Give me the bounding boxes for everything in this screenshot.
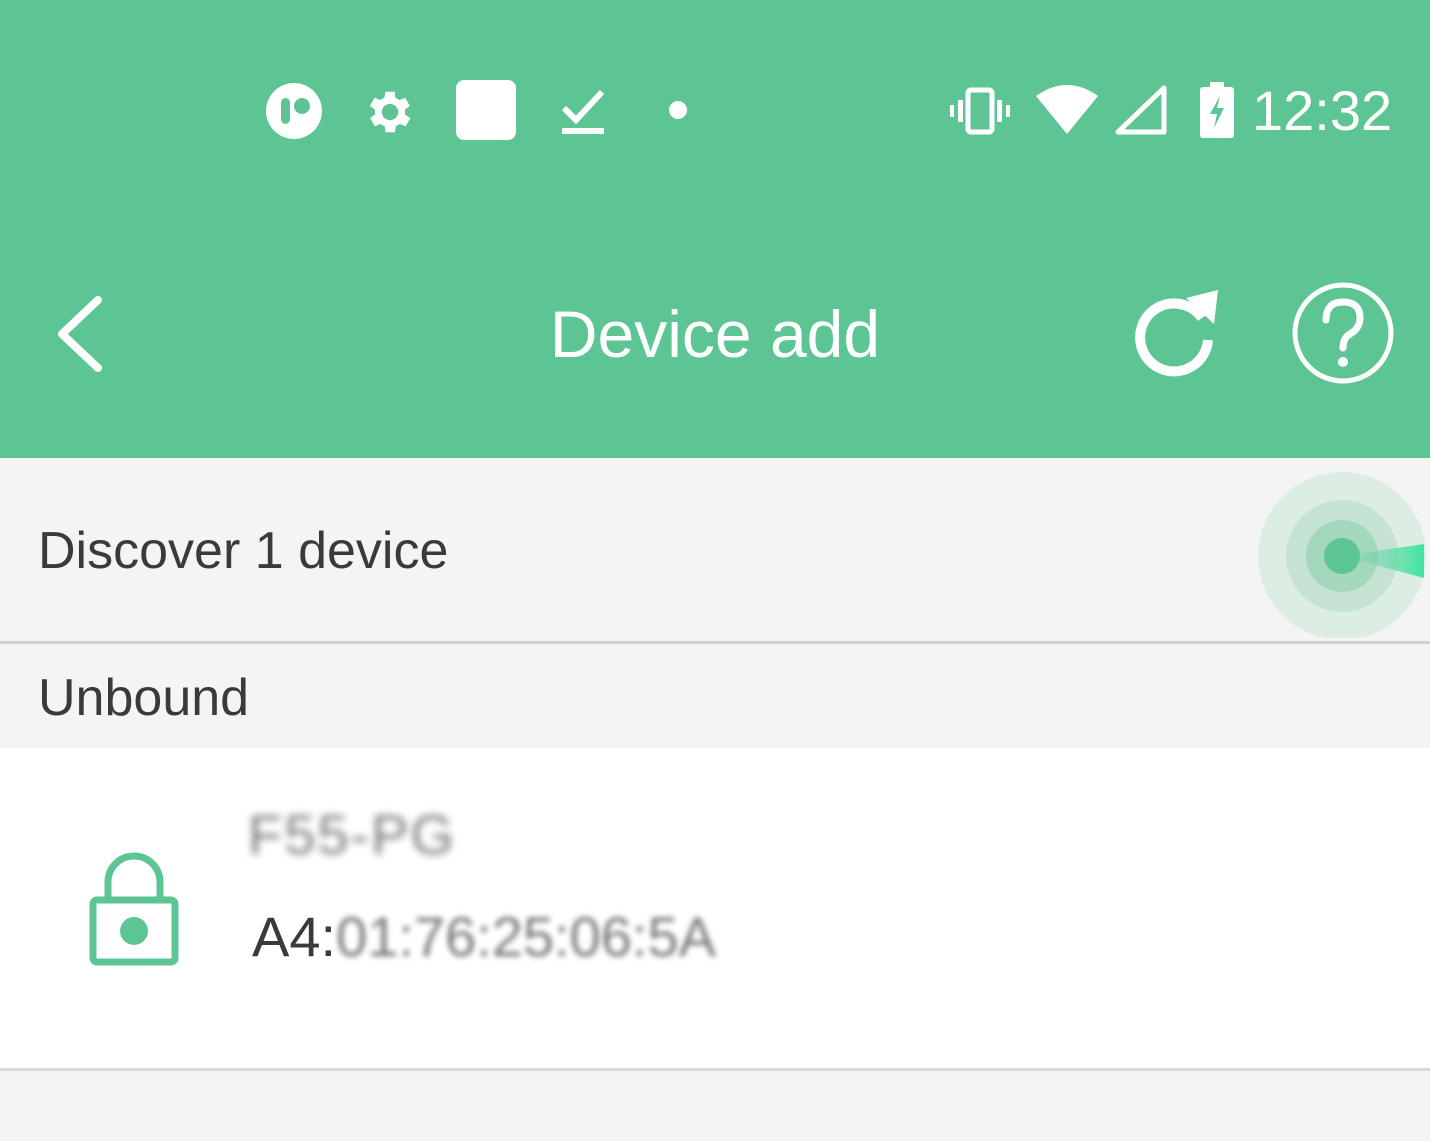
download-done-icon (556, 84, 610, 138)
refresh-icon (1135, 290, 1218, 377)
device-mac-address: A4:01:76:25:06:5A (252, 904, 716, 970)
chevron-left-icon (58, 296, 102, 372)
list-background (0, 1071, 1430, 1141)
lock-icon (88, 852, 180, 968)
device-mac-prefix: A4: (252, 905, 337, 968)
page-title: Device add (549, 297, 881, 371)
help-button[interactable] (1290, 280, 1396, 386)
vibrate-icon (950, 86, 1010, 136)
settings-icon (362, 84, 418, 140)
wifi-icon (1036, 84, 1098, 136)
app-notification-icon (265, 82, 323, 140)
device-name: F55-PG (248, 803, 457, 866)
radar-scan-icon (1256, 466, 1430, 640)
app-bar: Device add (0, 222, 1430, 458)
refresh-button[interactable] (1128, 288, 1222, 382)
discover-count: Discover 1 device (38, 522, 449, 580)
help-icon (1292, 282, 1394, 384)
device-list-item[interactable]: F55-PG A4:01:76:25:06:5A (0, 748, 1430, 1068)
section-header: Unbound (0, 644, 1430, 748)
battery-charging-icon (1200, 82, 1234, 138)
cell-signal-icon (1114, 84, 1168, 136)
device-mac-redacted: 01:76:25:06:5A (336, 905, 716, 968)
dot-icon (668, 100, 688, 120)
clock: 12:32 (1252, 79, 1393, 142)
discover-row: Discover 1 device (0, 458, 1430, 642)
square-notification-icon (456, 80, 516, 140)
back-button[interactable] (46, 292, 112, 376)
status-bar: 12:32 (0, 0, 1430, 222)
section-label-unbound: Unbound (38, 669, 250, 727)
